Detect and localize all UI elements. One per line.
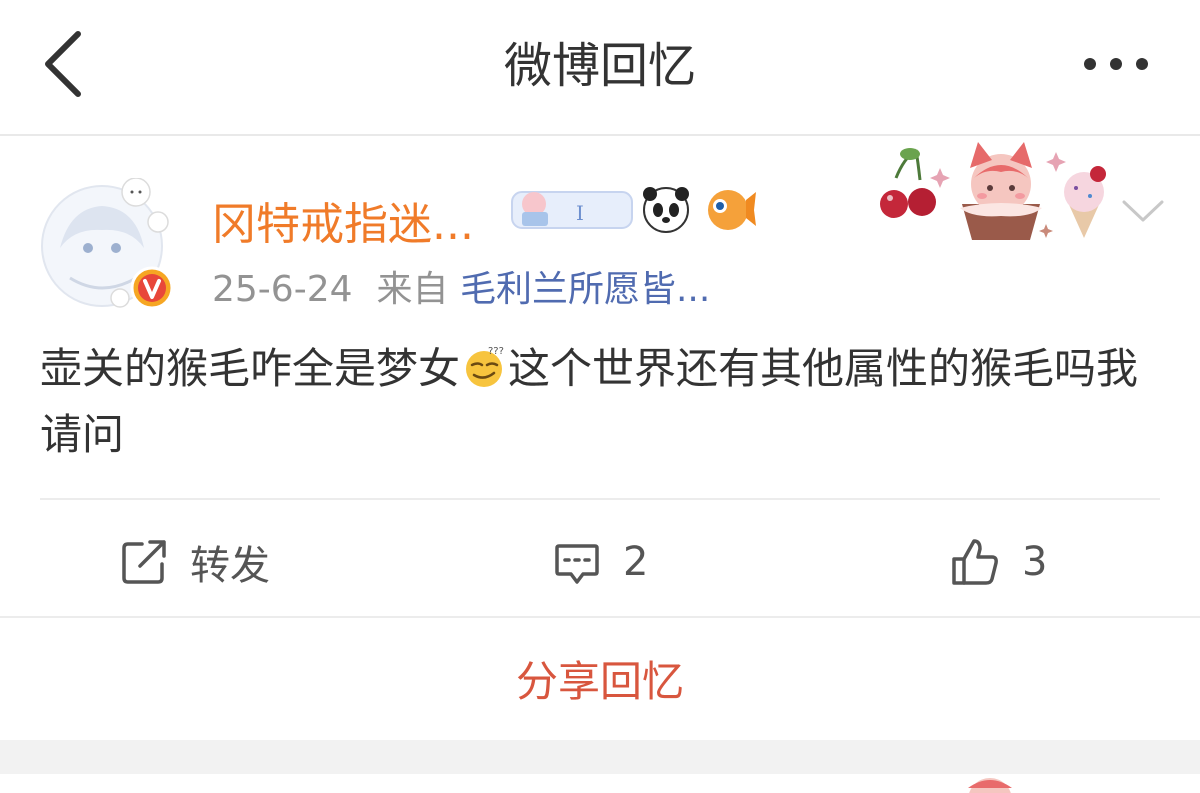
panda-icon bbox=[643, 187, 689, 233]
verified-badge-icon bbox=[130, 266, 174, 310]
smirk-sweat-emoji-icon: ??? bbox=[466, 346, 504, 387]
post-text-part-1: 壶关的猴毛咋全是梦女 bbox=[40, 344, 461, 393]
user-badges: I bbox=[508, 182, 758, 238]
comment-button[interactable]: 2 bbox=[553, 538, 648, 586]
cherry-icon bbox=[880, 148, 936, 218]
post-content: 壶关的猴毛咋全是梦女??? 这个世界还有其他属性的猴毛吗我请问 bbox=[40, 336, 1160, 468]
ice-cream-icon bbox=[1064, 166, 1106, 238]
thumbs-up-icon bbox=[952, 539, 998, 585]
repost-icon bbox=[122, 540, 166, 584]
fan-badge-icon: I bbox=[511, 191, 633, 229]
nav-bar: 微博回忆 bbox=[0, 0, 1200, 136]
chevron-down-icon bbox=[1122, 200, 1164, 222]
card-decoration bbox=[870, 138, 1120, 248]
card-decoration bbox=[960, 774, 1040, 793]
post-options-button[interactable] bbox=[1118, 196, 1168, 226]
comment-count: 2 bbox=[623, 539, 649, 585]
svg-text:I: I bbox=[576, 201, 584, 225]
post-meta: 25-6-24 来自 毛利兰所愿皆... bbox=[212, 260, 710, 312]
post-card: 冈特戒指迷... I 25-6-24 来自 毛利兰所愿皆... 壶关的猴毛咋全是… bbox=[0, 138, 1200, 740]
share-memory-button[interactable]: 分享回忆 bbox=[0, 618, 1200, 740]
fox-cupcake-icon bbox=[960, 142, 1042, 240]
comment-icon bbox=[555, 544, 599, 584]
like-button[interactable]: 3 bbox=[950, 538, 1047, 586]
like-count: 3 bbox=[1022, 539, 1048, 585]
avatar[interactable] bbox=[40, 177, 180, 310]
page-title: 微博回忆 bbox=[503, 38, 696, 94]
more-button[interactable] bbox=[1076, 44, 1156, 84]
repost-label: 转发 bbox=[190, 543, 270, 589]
repost-button[interactable]: 转发 bbox=[120, 538, 270, 589]
action-bar: 转发 2 3 bbox=[0, 500, 1200, 616]
fish-icon bbox=[708, 190, 756, 230]
username[interactable]: 冈特戒指迷... bbox=[212, 188, 474, 252]
post-source[interactable]: 毛利兰所愿皆... bbox=[460, 269, 710, 310]
more-dots-icon bbox=[1084, 58, 1148, 70]
post-date: 25-6-24 bbox=[212, 269, 353, 310]
svg-text:???: ??? bbox=[488, 346, 504, 357]
card-separator bbox=[0, 740, 1200, 774]
from-label: 来自 bbox=[376, 269, 449, 310]
